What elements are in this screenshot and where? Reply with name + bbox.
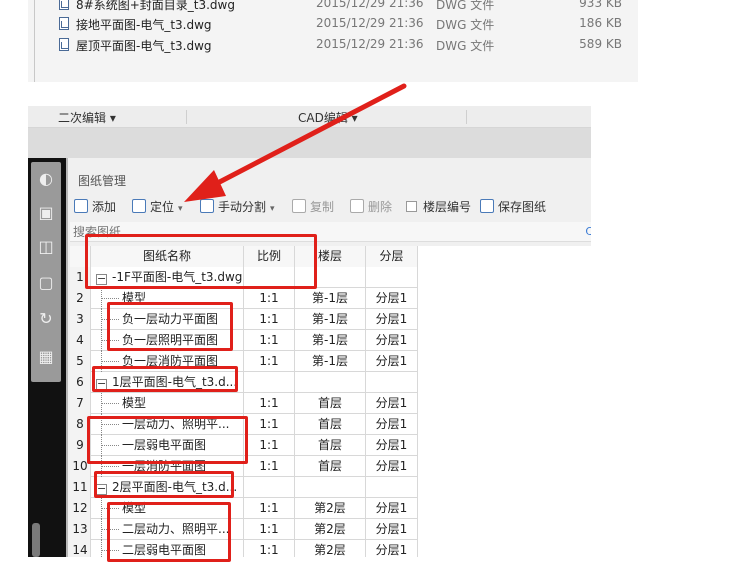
annotation-arrow — [184, 83, 407, 202]
arrow-shaft — [205, 83, 407, 191]
arrow-head — [184, 170, 226, 202]
